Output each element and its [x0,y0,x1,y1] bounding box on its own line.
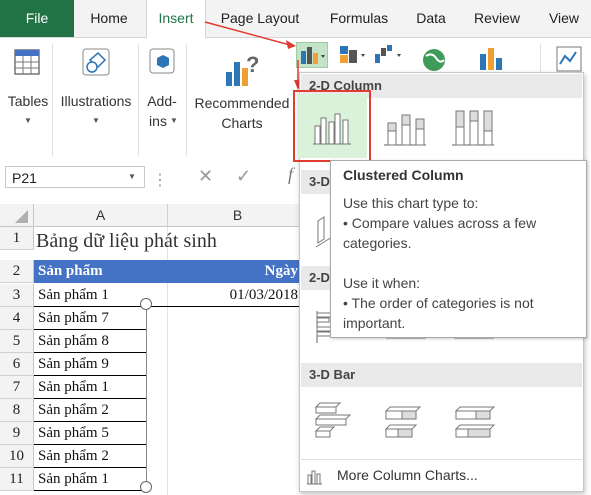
row-header[interactable]: 6 [0,353,34,376]
stacked-column-icon [384,114,426,146]
tooltip-text: Use it when: [343,275,421,291]
sheet-title-cell[interactable]: Bảng dữ liệu phát sinh [36,230,306,253]
select-all-icon [15,210,28,223]
3d-stacked-bar-option[interactable] [382,401,432,443]
row-header[interactable]: 5 [0,330,34,353]
row-header[interactable]: 7 [0,376,34,399]
row-header[interactable]: 1 [0,227,34,250]
row-header[interactable]: 9 [0,422,34,445]
select-all-corner[interactable] [0,204,34,227]
resize-handle[interactable] [140,298,152,310]
arrow-head-icon [286,40,296,49]
more-column-charts-link[interactable]: More Column Charts... [304,465,580,487]
column-header-a[interactable]: A [34,204,168,227]
tooltip-title: Clustered Column [343,167,464,183]
3d-100-stacked-bar-icon [454,406,496,438]
tooltip-text: • The order of categories is not [343,295,534,311]
header-cell-date[interactable]: Ngày [168,260,300,283]
selection-border [146,304,147,488]
table-cell[interactable]: 01/03/2018 [168,284,300,307]
chevron-down-icon[interactable]: ▼ [128,172,136,181]
clustered-column-option[interactable] [297,94,367,158]
header-cell-product[interactable]: Sản phẩm [34,260,168,283]
table-cell[interactable]: Sản phẩm 1 [34,468,146,491]
arrow-line [204,21,291,46]
menu-divider [301,459,582,460]
tooltip-text: categories. [343,235,412,251]
resize-handle[interactable] [140,481,152,493]
tooltip-text: • Compare values across a few [343,215,537,231]
table-cell[interactable]: Sản phẩm 7 [34,307,146,330]
chart-type-tooltip: Clustered Column Use this chart type to:… [330,160,587,338]
section-header-3d-column: 3-D [301,170,331,194]
row-header[interactable]: 2 [0,260,34,283]
3d-clustered-bar-icon [314,402,352,438]
stacked-column-option[interactable] [380,103,430,153]
formula-bar-splitter-icon[interactable]: ⋮ [152,170,169,190]
section-header-3d-bar: 3-D Bar [301,363,582,387]
table-cell[interactable]: Sản phẩm 2 [34,399,146,422]
row-header[interactable]: 10 [0,445,34,468]
3d-stacked-bar-icon [384,406,422,438]
tooltip-text: Use this chart type to: [343,195,479,211]
row-header[interactable]: 4 [0,307,34,330]
table-cell[interactable]: Sản phẩm 5 [34,422,146,445]
clustered-column-icon [313,113,351,145]
column-chart-icon [307,470,322,485]
3d-clustered-bar-option[interactable] [312,401,362,443]
table-cell[interactable]: Sản phẩm 8 [34,330,146,353]
table-cell[interactable]: Sản phẩm 2 [34,445,146,468]
3d-100-stacked-bar-option[interactable] [452,401,502,443]
100-stacked-column-icon [452,110,494,146]
row-header[interactable]: 3 [0,284,34,307]
tooltip-text: important. [343,315,406,331]
section-header-2d-bar: 2-D [301,266,331,290]
column-header-b[interactable]: B [168,204,308,227]
row-header[interactable]: 8 [0,399,34,422]
cancel-icon[interactable]: ✕ [198,166,213,187]
insert-function-icon[interactable]: f [288,164,293,185]
more-column-charts-label: More Column Charts... [337,467,478,483]
table-cell[interactable]: Sản phẩm 1 [34,376,146,399]
row-header[interactable]: 11 [0,468,34,491]
enter-icon[interactable]: ✓ [236,166,251,187]
table-cell[interactable]: Sản phẩm 9 [34,353,146,376]
name-box[interactable]: P21 [5,166,145,188]
100-stacked-column-option[interactable] [448,103,498,153]
